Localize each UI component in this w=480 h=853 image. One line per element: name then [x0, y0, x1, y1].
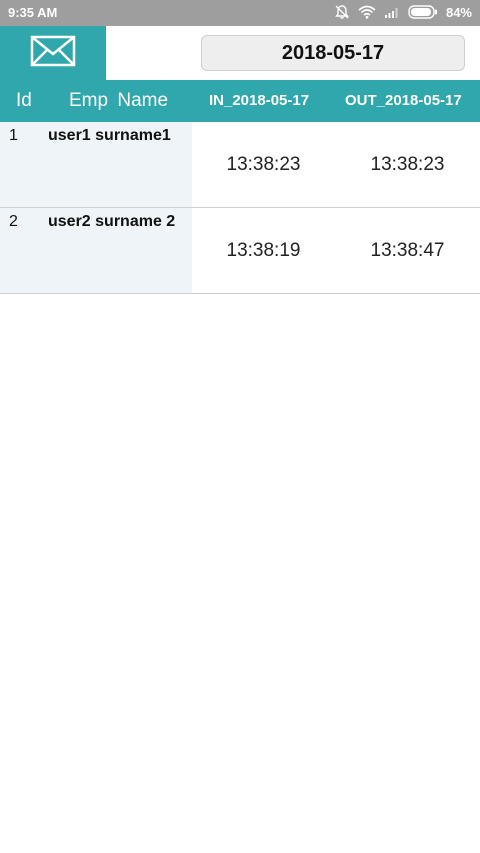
column-header-out: OUT_2018-05-17	[345, 92, 462, 109]
row-employee-name: user2 surname 2	[48, 213, 176, 230]
row-info-cell: 2 user2 surname 2	[0, 208, 192, 293]
signal-icon	[384, 6, 400, 18]
row-in-time: 13:38:19	[226, 240, 301, 261]
row-in-time: 13:38:23	[226, 154, 301, 175]
table-header: Id Emp Name IN_2018-05-17 OUT_2018-05-17	[0, 80, 480, 122]
mail-icon	[30, 35, 76, 72]
column-header-name: Emp Name	[69, 90, 169, 111]
row-info-cell: 1 user1 surname1	[0, 122, 192, 207]
top-bar: 2018-05-17	[0, 26, 480, 80]
table-body: 1 user1 surname1 13:38:23 13:38:23 2 use…	[0, 122, 480, 294]
table-row[interactable]: 1 user1 surname1 13:38:23 13:38:23	[0, 122, 480, 208]
status-bar: 9:35 AM 84%	[0, 0, 480, 26]
table-row[interactable]: 2 user2 surname 2 13:38:19 13:38:47	[0, 208, 480, 294]
date-picker-button[interactable]: 2018-05-17	[201, 35, 465, 71]
alarm-off-icon	[334, 4, 350, 20]
status-time: 9:35 AM	[8, 5, 58, 20]
mail-button[interactable]	[0, 26, 106, 80]
row-out-time: 13:38:47	[370, 240, 445, 261]
battery-icon	[408, 5, 438, 19]
row-out-time: 13:38:23	[370, 154, 445, 175]
column-header-id: Id	[16, 90, 32, 111]
battery-percent: 84%	[445, 4, 472, 20]
row-employee-name: user1 surname1	[48, 127, 171, 144]
row-id: 2	[9, 213, 18, 230]
column-header-in: IN_2018-05-17	[209, 92, 310, 109]
status-icons: 84%	[334, 4, 472, 20]
wifi-icon	[358, 5, 376, 19]
row-id: 1	[9, 127, 18, 144]
